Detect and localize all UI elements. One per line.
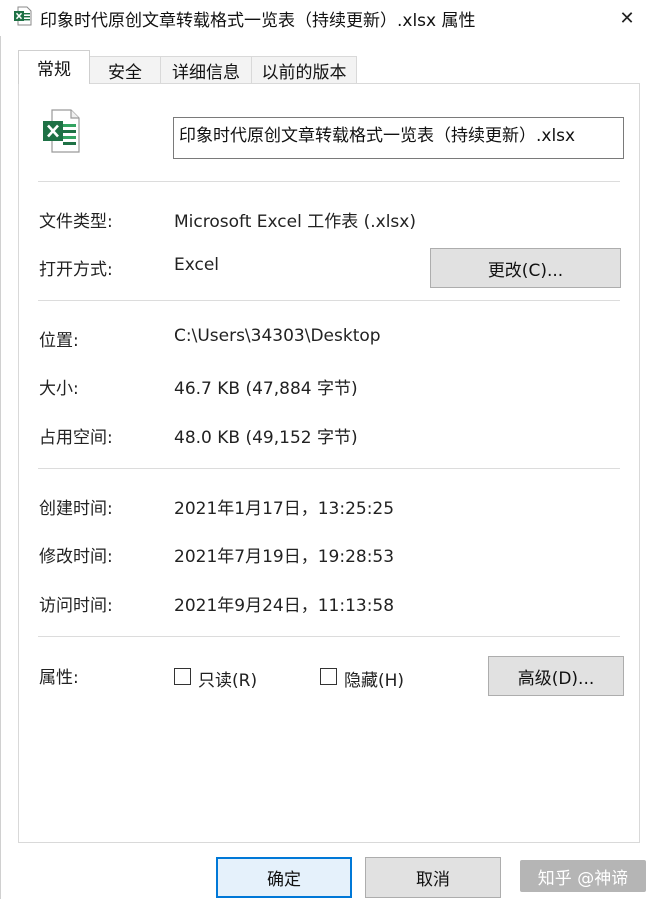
attributes-label: 属性:: [39, 668, 79, 688]
disk-size-label: 占用空间:: [39, 428, 113, 448]
excel-file-icon: [43, 109, 80, 153]
accessed-value: 2021年9月24日，11:13:58: [174, 596, 395, 616]
tab-security[interactable]: 安全: [89, 56, 161, 83]
general-panel: [18, 83, 640, 843]
tab-label: 常规: [37, 60, 71, 80]
excel-title-icon: [14, 6, 32, 26]
separator: [38, 181, 620, 182]
created-value: 2021年1月17日，13:25:25: [174, 499, 395, 519]
filename-field[interactable]: 印象时代原创文章转载格式一览表（持续更新）.xlsx: [173, 117, 624, 159]
close-icon: ✕: [619, 7, 635, 29]
created-label: 创建时间:: [39, 499, 113, 519]
ok-button-label: 确定: [267, 870, 301, 890]
hidden-label: 隐藏(H): [344, 671, 405, 691]
opens-with-label: 打开方式:: [39, 260, 113, 280]
accessed-label: 访问时间:: [39, 596, 113, 616]
readonly-checkbox[interactable]: [174, 668, 191, 685]
hidden-checkbox[interactable]: [320, 668, 337, 685]
separator: [38, 468, 620, 469]
size-label: 大小:: [39, 379, 79, 399]
window-title: 印象时代原创文章转载格式一览表（持续更新）.xlsx 属性: [40, 11, 476, 31]
advanced-button[interactable]: 高级(D)...: [488, 656, 624, 696]
watermark-text: 知乎 @神谛: [537, 868, 629, 889]
location-label: 位置:: [39, 331, 79, 351]
tab-label: 详细信息: [172, 62, 240, 83]
location-value: C:\Users\34303\Desktop: [174, 326, 381, 346]
title-bar: 印象时代原创文章转载格式一览表（持续更新）.xlsx 属性 ✕: [0, 0, 650, 36]
file-type-value: Microsoft Excel 工作表 (.xlsx): [174, 212, 416, 232]
opens-with-value: Excel: [174, 255, 220, 275]
cancel-button-label: 取消: [416, 870, 450, 890]
change-button[interactable]: 更改(C)...: [430, 248, 621, 288]
readonly-label: 只读(R): [198, 671, 258, 691]
size-value: 46.7 KB (47,884 字节): [174, 379, 358, 399]
modified-value: 2021年7月19日，19:28:53: [174, 547, 395, 567]
close-button[interactable]: ✕: [604, 0, 650, 36]
modified-label: 修改时间:: [39, 547, 113, 567]
tab-details[interactable]: 详细信息: [160, 56, 252, 83]
tab-previous-versions[interactable]: 以前的版本: [251, 56, 357, 83]
advanced-button-label: 高级(D)...: [517, 668, 595, 689]
disk-size-value: 48.0 KB (49,152 字节): [174, 428, 358, 448]
cancel-button[interactable]: 取消: [365, 857, 501, 898]
tab-label: 以前的版本: [261, 62, 347, 83]
separator: [38, 300, 620, 301]
tab-strip: 常规 安全 详细信息 以前的版本: [0, 38, 650, 84]
tab-label: 安全: [108, 62, 142, 83]
separator: [38, 636, 620, 637]
watermark: 知乎 @神谛: [520, 860, 646, 892]
ok-button[interactable]: 确定: [216, 857, 352, 898]
change-button-label: 更改(C)...: [487, 260, 564, 281]
tab-general[interactable]: 常规: [18, 50, 90, 84]
window-edge: [0, 36, 1, 899]
file-type-label: 文件类型:: [39, 212, 113, 232]
